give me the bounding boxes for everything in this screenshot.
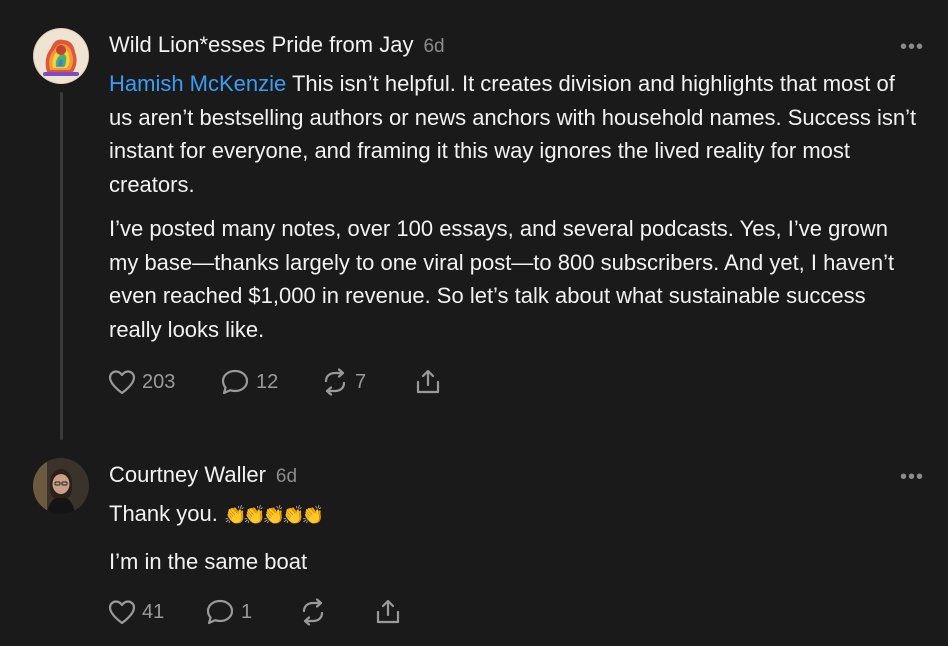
lion-logo-icon	[34, 29, 88, 83]
more-options-icon[interactable]: •••	[900, 466, 924, 489]
author-name[interactable]: Courtney Waller	[109, 462, 266, 488]
comment-line: Thank you. 👏👏👏👏👏	[109, 497, 919, 533]
share-button[interactable]	[414, 368, 442, 396]
comment-icon	[206, 599, 234, 625]
action-bar: 41 1	[108, 598, 402, 626]
clapping-emoji: 👏👏👏👏👏	[223, 505, 324, 525]
like-count: 203	[142, 370, 176, 393]
timestamp[interactable]: 6d	[276, 466, 297, 488]
like-button[interactable]: 203	[108, 369, 220, 395]
reply-count: 12	[256, 370, 279, 393]
restack-icon	[302, 598, 324, 626]
action-bar: 203 12 7	[108, 368, 442, 396]
comment-line-2: I’m in the same boat	[109, 548, 308, 574]
reply-button[interactable]: 1	[205, 598, 299, 626]
like-button[interactable]: 41	[108, 599, 205, 625]
comment-icon	[221, 369, 249, 395]
heart-icon	[108, 600, 136, 625]
share-button[interactable]	[374, 598, 402, 626]
avatar-courtney-waller[interactable]	[33, 458, 89, 514]
timestamp[interactable]: 6d	[423, 36, 444, 58]
person-photo-icon	[33, 458, 89, 514]
avatar-wild-lionesses[interactable]	[33, 28, 89, 84]
comment-paragraph: Hamish McKenzie This isn’t helpful. It c…	[109, 67, 919, 201]
comment-text: Thank you.	[109, 501, 224, 526]
restack-icon	[324, 368, 346, 396]
author-name[interactable]: Wild Lion*esses Pride from Jay	[109, 32, 413, 58]
share-icon	[416, 369, 440, 394]
comment-paragraph-2: I’ve posted many notes, over 100 essays,…	[109, 216, 895, 342]
more-options-icon[interactable]: •••	[900, 36, 924, 59]
comment-body: Hamish McKenzie This isn’t helpful. It c…	[109, 67, 919, 346]
comment-header: Wild Lion*esses Pride from Jay 6d	[109, 32, 445, 58]
reply-count: 1	[241, 600, 253, 623]
heart-icon	[108, 370, 136, 395]
share-icon	[376, 599, 400, 624]
comment-header: Courtney Waller 6d	[109, 462, 297, 488]
mention-link[interactable]: Hamish McKenzie	[109, 71, 286, 96]
restack-button[interactable]	[299, 598, 374, 626]
restack-count: 7	[355, 370, 367, 393]
restack-button[interactable]: 7	[321, 368, 414, 396]
reply-button[interactable]: 12	[220, 368, 321, 396]
comment-body: Thank you. 👏👏👏👏👏 I’m in the same boat	[109, 497, 919, 578]
thread-line	[60, 92, 63, 440]
like-count: 41	[142, 600, 165, 623]
